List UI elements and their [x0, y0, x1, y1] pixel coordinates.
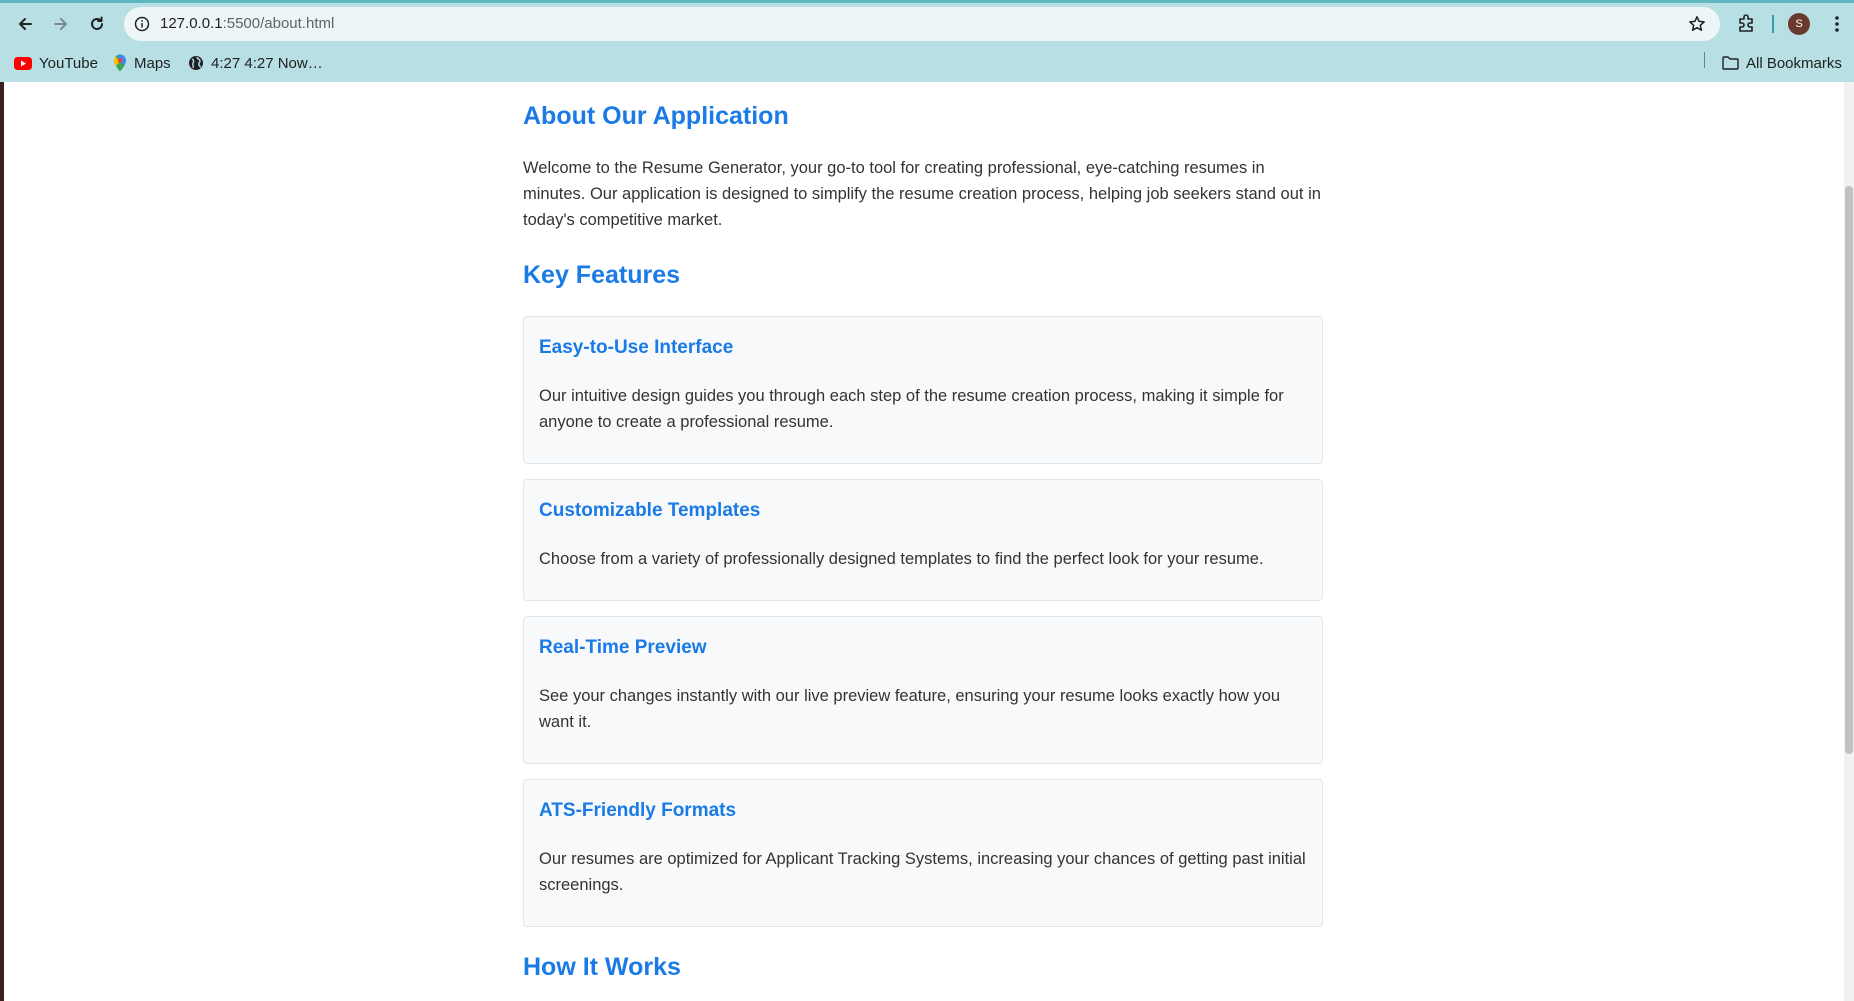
bookmark-maps[interactable]: Maps	[113, 51, 171, 75]
feature-card: Customizable Templates Choose from a var…	[523, 479, 1323, 601]
feature-title: Customizable Templates	[539, 500, 761, 521]
youtube-icon	[14, 56, 32, 70]
features-heading: Key Features	[523, 261, 681, 289]
address-bar[interactable]: 127.0.0.1:5500/about.html	[124, 7, 1720, 41]
tab-strip-edge	[0, 0, 1854, 3]
globe-icon	[189, 56, 203, 70]
bookmarks-divider	[1704, 52, 1705, 68]
feature-text: Our intuitive design guides you through …	[539, 387, 1284, 431]
bookmark-now[interactable]: 4:27 4:27 Now…	[188, 51, 323, 75]
extensions-icon[interactable]	[1734, 11, 1758, 35]
all-bookmarks-label: All Bookmarks	[1746, 54, 1842, 72]
maps-pin-icon	[114, 54, 126, 72]
feature-title: Easy-to-Use Interface	[539, 337, 734, 358]
feature-text: Our resumes are optimized for Applicant …	[539, 850, 1306, 894]
feature-title: Real-Time Preview	[539, 637, 707, 658]
intro-paragraph: Welcome to the Resume Generator, your go…	[523, 159, 1321, 229]
arrow-left-icon	[19, 18, 32, 30]
page-title: About Our Application	[523, 102, 789, 130]
scrollbar-thumb[interactable]	[1845, 186, 1853, 754]
feature-card: Real-Time Preview See your changes insta…	[523, 616, 1323, 764]
arrow-right-icon	[54, 18, 67, 30]
menu-kebab-icon[interactable]	[1826, 11, 1848, 37]
reload-icon	[91, 16, 103, 30]
bookmark-youtube[interactable]: YouTube	[14, 51, 98, 75]
feature-card: Easy-to-Use Interface Our intuitive desi…	[523, 316, 1323, 464]
feature-title: ATS-Friendly Formats	[539, 800, 737, 821]
all-bookmarks-button[interactable]: All Bookmarks	[1722, 51, 1842, 75]
reload-button[interactable]	[84, 11, 110, 37]
forward-button[interactable]	[48, 11, 74, 37]
profile-avatar[interactable]: S	[1788, 13, 1810, 35]
toolbar-divider	[1772, 15, 1774, 33]
folder-icon	[1722, 56, 1739, 70]
bookmark-label: Maps	[134, 54, 171, 72]
url-path: :5500/about.html	[222, 15, 335, 32]
url-text[interactable]: 127.0.0.1:5500/about.html	[160, 15, 334, 32]
back-button[interactable]	[12, 11, 38, 37]
bookmarks-bar: YouTube Maps 4:27 4:27 Now… All Bookmark…	[0, 46, 1854, 80]
browser-toolbar: 127.0.0.1:5500/about.html S YouTube Maps…	[0, 0, 1854, 82]
feature-text: Choose from a variety of professionally …	[539, 550, 1264, 568]
url-host: 127.0.0.1	[160, 15, 223, 32]
feature-text: See your changes instantly with our live…	[539, 687, 1281, 731]
bookmark-label: YouTube	[39, 54, 98, 72]
window-edge	[0, 82, 4, 1001]
site-info-icon[interactable]	[132, 14, 152, 34]
bookmark-label: 4:27 4:27 Now…	[211, 54, 323, 72]
about-content: About Our Application Welcome to the Res…	[523, 82, 1323, 982]
feature-card: ATS-Friendly Formats Our resumes are opt…	[523, 779, 1323, 927]
how-it-works-heading: How It Works	[523, 953, 681, 981]
bookmark-star-icon[interactable]	[1686, 13, 1708, 35]
